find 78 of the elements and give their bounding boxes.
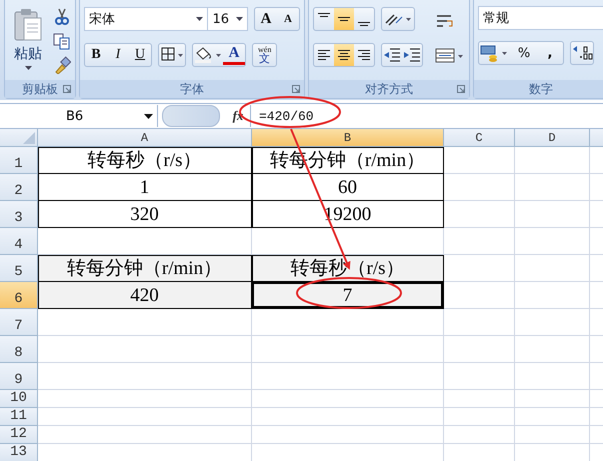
scissors-icon[interactable] bbox=[53, 8, 71, 26]
formula-field[interactable]: =420/60 bbox=[250, 105, 603, 127]
dialog-launcher-icon[interactable] bbox=[63, 85, 71, 93]
table-cell bbox=[444, 363, 515, 390]
dialog-launcher-icon[interactable] bbox=[457, 85, 465, 93]
horizontal-align-button[interactable] bbox=[334, 44, 354, 66]
name-box[interactable]: B6 bbox=[0, 105, 158, 127]
row-header[interactable]: 4 bbox=[0, 228, 38, 255]
row-header[interactable]: 10 bbox=[0, 390, 38, 408]
row-header[interactable]: 9 bbox=[0, 363, 38, 390]
table-cell: 320 bbox=[38, 201, 252, 228]
caret-icon bbox=[144, 114, 153, 118]
table-cell: 7 bbox=[252, 282, 444, 309]
insert-function-button[interactable]: fx bbox=[226, 105, 250, 127]
clipboard-icon bbox=[13, 8, 43, 42]
table-cell bbox=[444, 390, 515, 408]
column-header[interactable]: D bbox=[515, 129, 590, 147]
row-header[interactable]: 1 bbox=[0, 147, 38, 174]
table-cell bbox=[444, 309, 515, 336]
table-cell: 转每秒（r/s） bbox=[38, 147, 252, 174]
table-cell bbox=[444, 336, 515, 363]
phonetic-button[interactable]: wén 文 bbox=[253, 44, 276, 66]
underline-button[interactable]: U bbox=[129, 44, 151, 66]
group-label: 数字 bbox=[529, 80, 553, 98]
text-align-icon bbox=[337, 49, 351, 61]
caret-icon bbox=[236, 17, 243, 21]
splitter-handle[interactable] bbox=[162, 105, 220, 127]
fill-bucket-icon[interactable] bbox=[193, 45, 223, 65]
row-header[interactable]: 3 bbox=[0, 201, 38, 228]
row-header[interactable]: 7 bbox=[0, 309, 38, 336]
column-header[interactable]: A bbox=[38, 129, 252, 147]
group-label: 字体 bbox=[180, 80, 204, 98]
vertical-align-icon bbox=[338, 16, 350, 22]
table-cell bbox=[444, 228, 515, 255]
row-header[interactable]: 8 bbox=[0, 336, 38, 363]
table-cell: 60 bbox=[252, 174, 444, 201]
dialog-launcher-icon[interactable] bbox=[292, 85, 300, 93]
text-align-icon bbox=[357, 49, 371, 61]
font-size-field[interactable]: 16 bbox=[207, 7, 248, 31]
number-format-field[interactable]: 常规 bbox=[478, 6, 603, 30]
caret-icon bbox=[24, 66, 32, 70]
vertical-align-button[interactable] bbox=[334, 8, 354, 30]
group-label: 对齐方式 bbox=[365, 80, 413, 98]
column-header[interactable]: B bbox=[252, 129, 444, 147]
table-cell bbox=[444, 174, 515, 201]
copy-icon[interactable] bbox=[53, 32, 71, 50]
column-header[interactable]: C bbox=[444, 129, 515, 147]
comma-button[interactable]: , bbox=[537, 42, 563, 64]
shrink-font-button[interactable]: A bbox=[277, 8, 299, 30]
text-align-icon bbox=[317, 49, 331, 61]
table-cell bbox=[444, 255, 515, 282]
table-cell bbox=[444, 147, 515, 174]
grow-font-button[interactable]: A bbox=[255, 8, 277, 30]
italic-button[interactable]: I bbox=[107, 44, 129, 66]
triangle-icon bbox=[23, 132, 35, 144]
row-header[interactable]: 2 bbox=[0, 174, 38, 201]
group-label: 剪贴板 bbox=[22, 80, 58, 98]
row-header[interactable]: 5 bbox=[0, 255, 38, 282]
row-header[interactable]: 6 bbox=[0, 282, 38, 309]
paste-button[interactable]: 粘贴 bbox=[9, 6, 47, 80]
font-name-field[interactable]: 宋体 bbox=[84, 7, 208, 31]
table-cell: 转每秒（r/s） bbox=[252, 255, 444, 282]
table-cell bbox=[444, 282, 515, 309]
table-cell bbox=[444, 201, 515, 228]
table-cell bbox=[444, 426, 515, 444]
table-cell: 1 bbox=[38, 174, 252, 201]
table-cell: 转每分钟（r/min） bbox=[38, 255, 252, 282]
vertical-align-icon bbox=[358, 22, 370, 26]
row-header[interactable]: 12 bbox=[0, 426, 38, 444]
vertical-align-icon bbox=[318, 12, 330, 18]
row-header[interactable]: 13 bbox=[0, 444, 38, 461]
format-painter-icon[interactable] bbox=[53, 56, 71, 74]
caret-icon bbox=[196, 17, 204, 21]
table-cell: 420 bbox=[38, 282, 252, 309]
table-cell bbox=[444, 408, 515, 426]
row-header[interactable]: 11 bbox=[0, 408, 38, 426]
bold-button[interactable]: B bbox=[85, 44, 107, 66]
percent-button[interactable]: % bbox=[511, 42, 537, 64]
